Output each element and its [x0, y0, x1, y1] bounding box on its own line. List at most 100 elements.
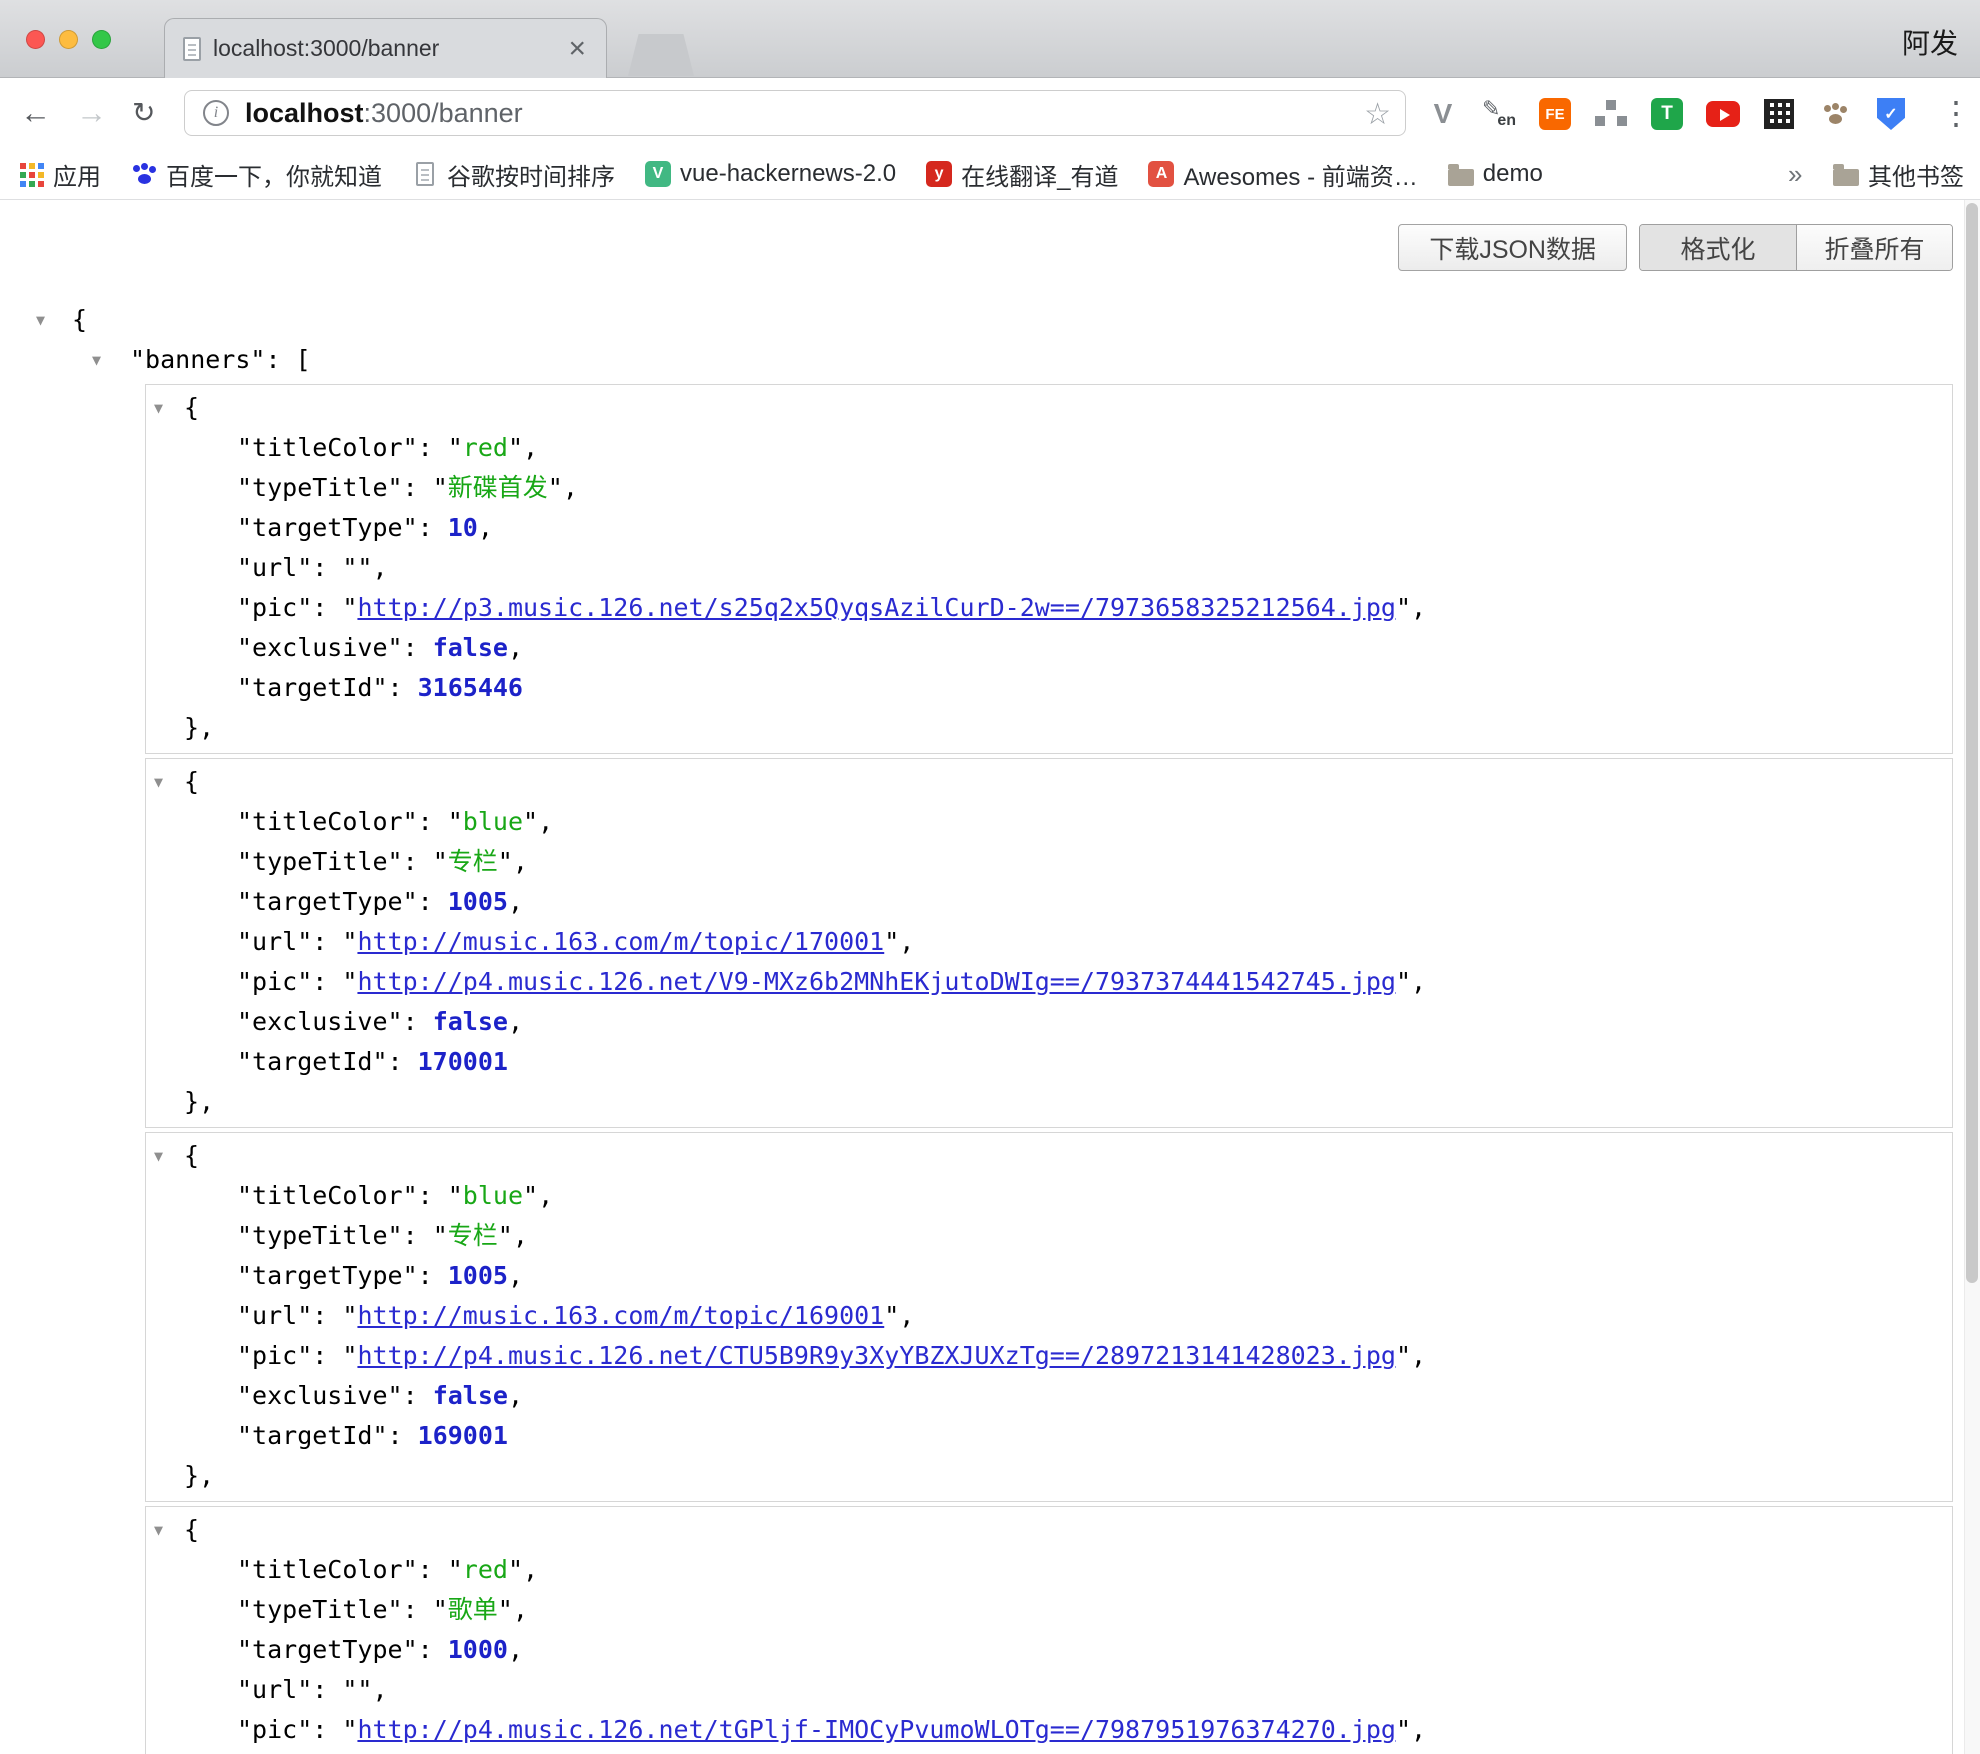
json-token: , [508, 633, 523, 662]
json-token: "exclusive" [237, 1381, 403, 1410]
collapse-triangle-icon[interactable] [36, 300, 45, 340]
address-bar[interactable]: i localhost:3000/banner ☆ [184, 90, 1406, 136]
page-info-icon[interactable]: i [203, 100, 229, 126]
collapse-triangle-icon[interactable] [154, 762, 163, 802]
json-token: , [538, 807, 553, 836]
bookmarks-overflow-chevron[interactable]: » [1788, 159, 1802, 190]
json-token: " [448, 433, 463, 462]
json-token: " [342, 1341, 357, 1370]
json-token: , [508, 1635, 523, 1664]
json-token: : [418, 887, 448, 916]
json-line-targetType: "targetType": 10, [146, 508, 1952, 548]
download-json-button[interactable]: 下载JSON数据 [1398, 224, 1627, 271]
json-line-pic: "pic": "http://p4.music.126.net/V9-MXz6b… [146, 962, 1952, 1002]
json-url-link[interactable]: http://music.163.com/m/topic/169001 [357, 1301, 884, 1330]
json-object-box: {"titleColor": "blue","typeTitle": "专栏",… [145, 1132, 1953, 1502]
json-token: 专栏 [448, 847, 498, 876]
json-token: " [342, 967, 357, 996]
json-token: 169001 [418, 1421, 508, 1450]
close-window-button[interactable] [26, 30, 45, 49]
paw-icon[interactable] [1817, 94, 1853, 134]
shield-green-icon[interactable]: T [1649, 94, 1685, 134]
forward-button[interactable]: → [76, 93, 107, 133]
translate-icon[interactable]: en [1481, 94, 1517, 134]
folder-icon [1448, 169, 1474, 186]
scrollbar[interactable] [1964, 200, 1980, 1754]
browser-tab[interactable]: localhost:3000/banner × [164, 18, 607, 78]
minimize-window-button[interactable] [59, 30, 78, 49]
json-url-link[interactable]: http://p4.music.126.net/V9-MXz6b2MNhEKju… [357, 967, 1396, 996]
json-line-typeTitle: "typeTitle": "专栏", [146, 1216, 1952, 1256]
json-token: "pic" [237, 1341, 312, 1370]
scrollbar-thumb[interactable] [1966, 203, 1978, 1283]
json-token: " [342, 1715, 357, 1744]
video-icon[interactable] [1705, 94, 1741, 134]
json-token: "pic" [237, 593, 312, 622]
json-token: : [388, 1421, 418, 1450]
json-token: , [508, 1261, 523, 1290]
bookmark-item[interactable]: AAwesomes - 前端资… [1148, 157, 1417, 192]
json-token: , [563, 473, 578, 502]
vimium-icon[interactable]: V [1425, 94, 1461, 134]
json-token: "banners": [ [130, 345, 311, 374]
json-url-link[interactable]: http://music.163.com/m/topic/170001 [357, 927, 884, 956]
json-line-targetId: "targetId": 3165446 [146, 668, 1952, 708]
json-token: "exclusive" [237, 1007, 403, 1036]
json-url-link[interactable]: http://p3.music.126.net/s25q2x5QyqsAzilC… [357, 593, 1396, 622]
json-token: : [418, 1181, 448, 1210]
json-url-link[interactable]: http://p4.music.126.net/CTU5B9R9y3XyYBZX… [357, 1341, 1396, 1370]
json-token: : [403, 633, 433, 662]
bookmark-item[interactable]: 百度一下，你就知道 [131, 157, 382, 192]
other-bookmarks-folder[interactable]: 其他书签 [1833, 149, 1964, 199]
json-token: 1000 [448, 1635, 508, 1664]
sitemap-icon[interactable] [1593, 94, 1629, 134]
json-token: "url" [237, 1675, 312, 1704]
json-token: : [312, 1341, 342, 1370]
reload-button[interactable]: ↻ [132, 93, 155, 133]
zoom-window-button[interactable] [92, 30, 111, 49]
collapse-triangle-icon[interactable] [92, 340, 101, 380]
extensions-row: Ven FE T ✓ [1425, 94, 1909, 134]
page-icon [412, 161, 438, 187]
new-tab-button[interactable] [628, 34, 694, 76]
profile-name[interactable]: 阿发 [1902, 22, 1958, 62]
bookmark-item[interactable]: 谷歌按时间排序 [412, 157, 615, 192]
collapse-all-button[interactable]: 折叠所有 [1796, 225, 1952, 270]
bookmark-label: 百度一下，你就知道 [166, 157, 382, 192]
shield-blue-icon[interactable]: ✓ [1873, 94, 1909, 134]
tab-close-icon[interactable]: × [566, 34, 588, 64]
json-object-close-line: }, [146, 708, 1952, 748]
back-button[interactable]: ← [20, 93, 51, 133]
json-token: , [523, 1555, 538, 1584]
json-token: { [72, 305, 87, 334]
bookmark-label: vue-hackernews-2.0 [680, 160, 896, 188]
format-button-group: 格式化 折叠所有 [1639, 224, 1953, 271]
json-token: : [312, 593, 342, 622]
json-token: 170001 [418, 1047, 508, 1076]
menu-kebab-icon[interactable]: ⋮ [1940, 94, 1972, 132]
json-token: : [388, 673, 418, 702]
json-token: red [463, 433, 508, 462]
bookmark-star-icon[interactable]: ☆ [1364, 97, 1391, 132]
bookmark-item[interactable]: demo [1448, 160, 1543, 188]
json-object-box: {"titleColor": "blue","typeTitle": "专栏",… [145, 758, 1953, 1128]
json-object-open-line: { [146, 1136, 1952, 1176]
bookmark-item[interactable]: Vvue-hackernews-2.0 [645, 160, 896, 188]
collapse-triangle-icon[interactable] [154, 1510, 163, 1550]
json-token: " [342, 927, 357, 956]
json-token: : [418, 807, 448, 836]
json-token: false [433, 633, 508, 662]
json-line-url: "url": "http://music.163.com/m/topic/170… [146, 922, 1952, 962]
collapse-triangle-icon[interactable] [154, 388, 163, 428]
bookmark-item[interactable]: 应用 [18, 157, 101, 192]
collapse-triangle-icon[interactable] [154, 1136, 163, 1176]
json-token: , [899, 1301, 914, 1330]
json-token: "url" [237, 927, 312, 956]
json-url-link[interactable]: http://p4.music.126.net/tGPljf-IMOCyPvum… [357, 1715, 1396, 1744]
format-button[interactable]: 格式化 [1640, 225, 1796, 270]
json-line-exclusive: "exclusive": false, [146, 628, 1952, 668]
json-object-box: {"titleColor": "red","typeTitle": "新碟首发"… [145, 384, 1953, 754]
fe-icon[interactable]: FE [1537, 94, 1573, 134]
qr-code-icon[interactable] [1761, 94, 1797, 134]
bookmark-item[interactable]: y在线翻译_有道 [926, 157, 1118, 192]
